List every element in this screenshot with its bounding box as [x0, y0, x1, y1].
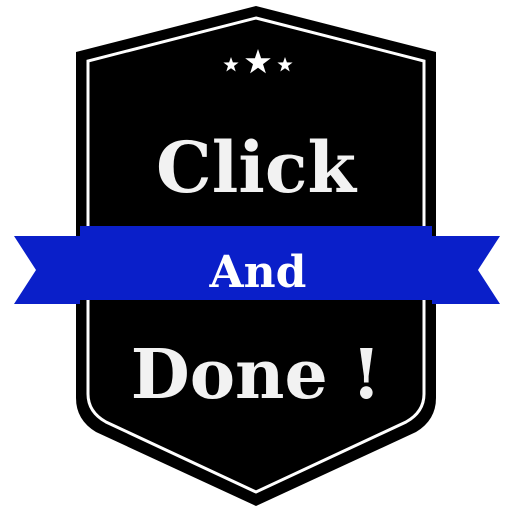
- title-top: Click: [156, 126, 358, 209]
- title-middle: And: [209, 247, 307, 298]
- shield-badge-graphic: Click And Done !: [14, 6, 500, 506]
- title-bottom: Done !: [131, 335, 382, 415]
- badge-logo: Click And Done !: [0, 0, 512, 512]
